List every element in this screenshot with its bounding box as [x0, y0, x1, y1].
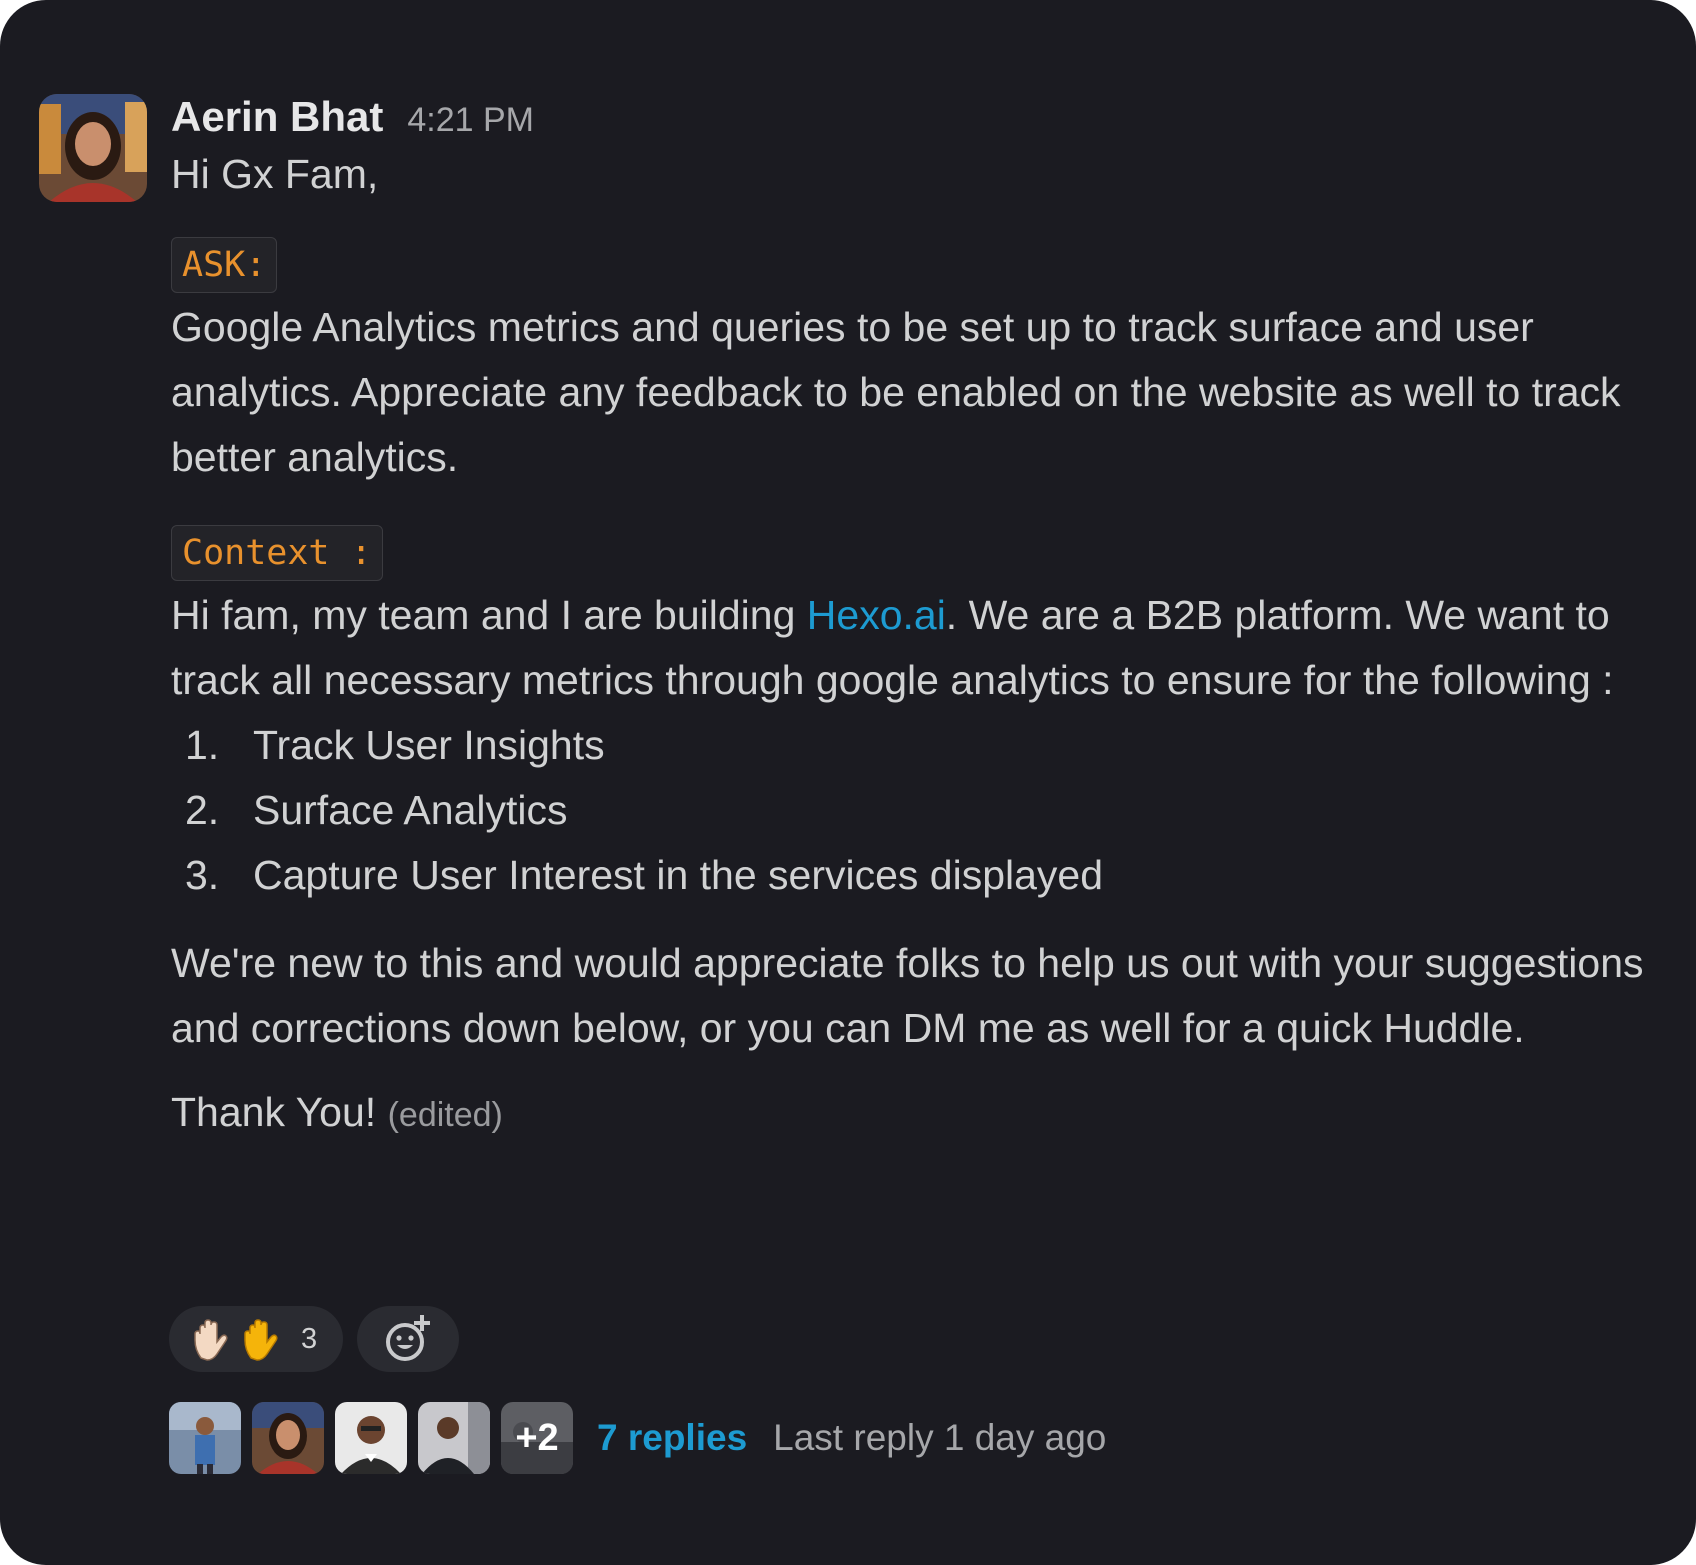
raised-hand-reaction[interactable]: 3: [169, 1306, 343, 1372]
list-item: 3. Capture User Interest in the services…: [171, 843, 1671, 908]
replier-photo: [252, 1402, 324, 1474]
list-item-number: 2.: [185, 787, 220, 833]
message-card: Aerin Bhat 4:21 PM Hi Gx Fam, ASK: Googl…: [0, 0, 1696, 1565]
list-item-text: Surface Analytics: [253, 787, 568, 833]
list-item: 2. Surface Analytics: [171, 778, 1671, 843]
list-item-number: 1.: [185, 722, 220, 768]
reaction-count: 3: [301, 1322, 318, 1355]
closing-paragraph: We're new to this and would appreciate f…: [171, 940, 1644, 1051]
list-item: 1. Track User Insights: [171, 713, 1671, 778]
greeting-text: Hi Gx Fam,: [171, 151, 379, 197]
thanks-line: Thank You! (edited): [171, 1080, 1671, 1148]
list-item-text: Track User Insights: [253, 722, 605, 768]
avatar-photo: [39, 94, 147, 202]
context-paragraph: Hi fam, my team and I are building Hexo.…: [171, 583, 1671, 713]
thanks-text: Thank You!: [171, 1089, 377, 1135]
replier-avatar: [335, 1402, 407, 1474]
list-item-text: Capture User Interest in the services di…: [253, 852, 1104, 898]
reactions-bar: 3: [169, 1306, 459, 1372]
replier-avatar: [169, 1402, 241, 1474]
thread-summary[interactable]: +2 7 replies Last reply 1 day ago: [169, 1402, 1106, 1474]
add-reaction-icon: [386, 1315, 430, 1361]
more-repliers-count: +2: [515, 1416, 559, 1459]
replier-photo: [418, 1402, 490, 1474]
timestamp[interactable]: 4:21 PM: [407, 83, 534, 157]
replier-avatar: [418, 1402, 490, 1474]
replier-photo: [335, 1402, 407, 1474]
more-repliers-avatar: +2: [501, 1402, 573, 1474]
raised-hand-yellow-icon: [244, 1319, 278, 1361]
goals-list: 1. Track User Insights 2. Surface Analyt…: [171, 713, 1671, 908]
raised-hand-light-icon: [194, 1319, 228, 1361]
add-reaction-button[interactable]: [357, 1306, 459, 1372]
list-item-number: 3.: [185, 852, 220, 898]
author-avatar[interactable]: [39, 94, 147, 202]
replies-link[interactable]: 7 replies: [597, 1417, 747, 1459]
context-text-before: Hi fam, my team and I are building: [171, 592, 807, 638]
edited-label: (edited): [387, 1096, 503, 1134]
context-code-label: Context :: [171, 525, 383, 581]
message-body: Aerin Bhat 4:21 PM Hi Gx Fam, ASK: Googl…: [171, 80, 1671, 1148]
ask-code-label: ASK:: [171, 237, 278, 293]
replier-avatar: [252, 1402, 324, 1474]
replier-photo: [169, 1402, 241, 1474]
last-reply-time: Last reply 1 day ago: [773, 1417, 1107, 1458]
hexo-link[interactable]: Hexo.ai: [807, 592, 946, 638]
ask-paragraph: Google Analytics metrics and queries to …: [171, 304, 1621, 480]
